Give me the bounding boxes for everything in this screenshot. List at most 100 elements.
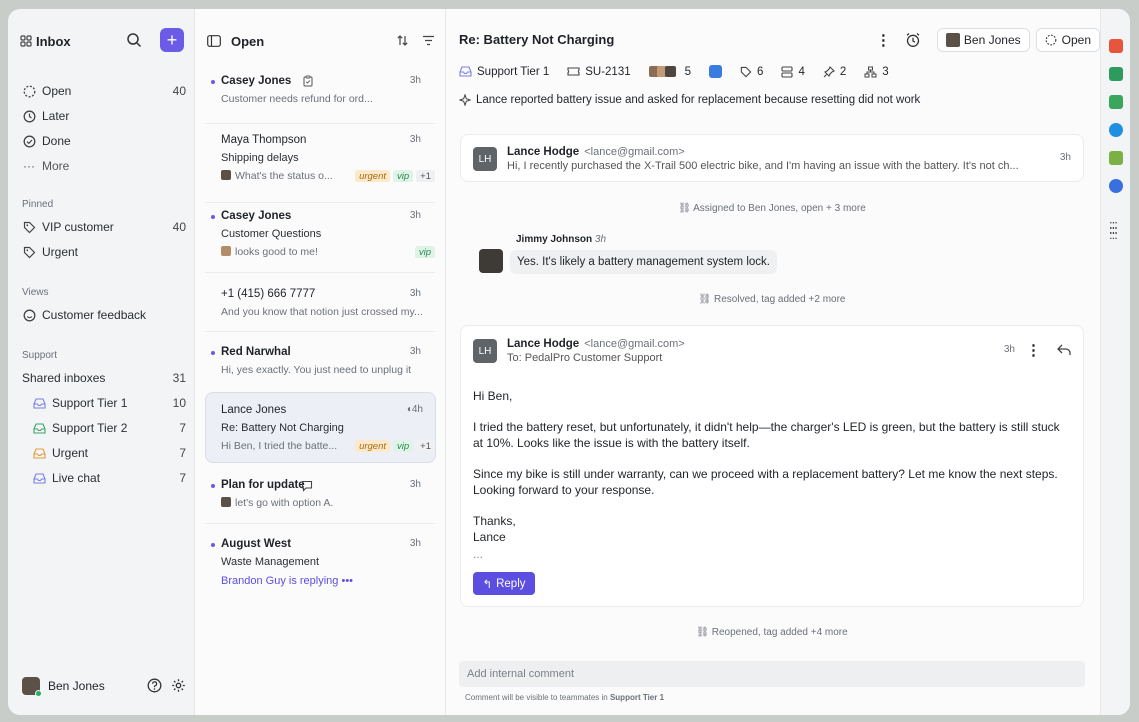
meta-participants[interactable]: 5 bbox=[648, 66, 691, 78]
sidebar-header: Inbox + bbox=[20, 28, 184, 52]
nav-open[interactable]: Open 40 bbox=[22, 81, 186, 101]
link-app-icon[interactable] bbox=[1109, 179, 1123, 193]
tag-icon bbox=[22, 220, 36, 234]
list-title: Open bbox=[231, 33, 265, 49]
inbox-live-chat[interactable]: Live chat 7 bbox=[32, 468, 186, 488]
list-item-selected[interactable]: Lance Jones ◖4h Re: Battery Not Charging… bbox=[205, 404, 435, 456]
map-app-icon[interactable] bbox=[1109, 95, 1123, 109]
status-button[interactable]: Open bbox=[1035, 28, 1100, 52]
inbox-support-tier-1[interactable]: Support Tier 1 10 bbox=[32, 393, 186, 413]
list-item-preview: let's go with option A. bbox=[235, 497, 334, 509]
avatar[interactable] bbox=[22, 677, 42, 697]
list-item[interactable]: Casey Jones 3h Customer Questions looks … bbox=[205, 210, 435, 262]
pinned-vip-customer[interactable]: VIP customer 40 bbox=[22, 217, 186, 237]
inbox-support-tier-1-label: Support Tier 1 bbox=[52, 396, 128, 410]
meta-tags[interactable]: 6 bbox=[740, 66, 763, 78]
more-vertical-icon[interactable]: ⋮ bbox=[876, 31, 891, 49]
message-time: 3h bbox=[1003, 344, 1015, 355]
message-paragraph: I tried the battery reset, but unfortuna… bbox=[473, 420, 1060, 450]
nav-later[interactable]: Later bbox=[22, 106, 186, 126]
quoted-text-toggle[interactable]: ... bbox=[473, 546, 1069, 562]
filter-icon[interactable] bbox=[422, 35, 435, 46]
gear-icon[interactable] bbox=[171, 678, 186, 693]
ai-summary: Lance reported battery issue and asked f… bbox=[459, 94, 920, 106]
nav-more[interactable]: ··· More bbox=[22, 156, 186, 176]
activity-event-text: Resolved, tag added +2 more bbox=[714, 294, 846, 305]
internal-comment-input[interactable]: Add internal comment bbox=[459, 661, 1085, 687]
sparkle-icon bbox=[459, 94, 471, 106]
search-icon[interactable] bbox=[126, 32, 142, 48]
alarm-clock-icon[interactable] bbox=[905, 32, 921, 48]
tag-more-count: +1 bbox=[416, 440, 435, 452]
reply-arrow-icon[interactable] bbox=[1057, 344, 1071, 356]
unread-dot bbox=[211, 215, 215, 219]
activity-event: ⛓ Assigned to Ben Jones, open + 3 more bbox=[460, 203, 1084, 214]
shared-inboxes-label: Shared inboxes bbox=[22, 371, 106, 385]
apps-grid-icon[interactable]: ::::::::: bbox=[1109, 218, 1118, 241]
meta-inbox[interactable]: Support Tier 1 bbox=[459, 66, 549, 78]
list-item-preview-row: let's go with option A. bbox=[221, 497, 333, 509]
integrations-rail: ::::::::: bbox=[1100, 9, 1130, 715]
inbox-support-tier-2[interactable]: Support Tier 2 7 bbox=[32, 418, 186, 438]
meta-pins-count: 2 bbox=[839, 65, 847, 78]
calendar-app-icon[interactable] bbox=[1109, 39, 1123, 53]
meta-integration[interactable] bbox=[709, 65, 723, 78]
list-item-time: 3h bbox=[409, 538, 421, 549]
ai-summary-text: Lance reported battery issue and asked f… bbox=[476, 94, 921, 106]
inbox-urgent[interactable]: Urgent 7 bbox=[32, 443, 186, 463]
list-item[interactable]: Maya Thompson 3h Shipping delays What's … bbox=[205, 134, 435, 186]
message-collapsed[interactable]: LH Lance Hodge <lance@gmail.com> Hi, I re… bbox=[460, 134, 1084, 182]
shop-app-icon[interactable] bbox=[1109, 151, 1123, 165]
inbox-live-chat-count: 7 bbox=[179, 471, 186, 485]
pinned-urgent[interactable]: Urgent bbox=[22, 242, 186, 262]
list-item[interactable]: Casey Jones 3h Customer needs refund for… bbox=[205, 75, 435, 115]
meta-pins[interactable]: 2 bbox=[823, 66, 846, 78]
divider bbox=[205, 272, 435, 273]
chat-bubble: Yes. It's likely a battery management sy… bbox=[510, 250, 777, 274]
list-item[interactable]: +1 (415) 666 7777 3h And you know that n… bbox=[205, 288, 435, 328]
unread-dot bbox=[211, 80, 215, 84]
message-sender: Lance Hodge <lance@gmail.com> bbox=[507, 336, 685, 350]
tag-icon bbox=[22, 245, 36, 259]
meta-tags-count: 6 bbox=[757, 65, 764, 78]
more-vertical-icon[interactable]: ⋮ bbox=[1026, 341, 1041, 359]
nav-done-label: Done bbox=[42, 134, 71, 148]
sort-icon[interactable] bbox=[396, 34, 409, 47]
sidebar: Inbox + Open 40 Later Done ··· More Pinn… bbox=[8, 9, 194, 715]
view-customer-feedback[interactable]: Customer feedback bbox=[22, 305, 186, 325]
help-icon[interactable] bbox=[147, 678, 162, 693]
meta-stack[interactable]: 4 bbox=[781, 66, 805, 78]
reply-button[interactable]: ↰ Reply bbox=[473, 572, 535, 595]
list-item[interactable]: Red Narwhal 3h Hi, yes exactly. You just… bbox=[205, 346, 435, 386]
inbox-tray-icon bbox=[32, 471, 46, 485]
cloud-app-icon[interactable] bbox=[1109, 123, 1123, 137]
tag-urgent: urgent bbox=[355, 170, 390, 182]
participants-avatars-icon bbox=[648, 66, 680, 77]
contacts-app-icon[interactable] bbox=[1109, 67, 1123, 81]
conversation-actions: ⋮ Ben Jones Open bbox=[876, 28, 1100, 52]
nav-done[interactable]: Done bbox=[22, 131, 186, 151]
list-item-time-row: ◖4h bbox=[406, 404, 423, 415]
compose-button[interactable]: + bbox=[160, 28, 184, 52]
sidebar-toggle-icon[interactable] bbox=[207, 35, 221, 47]
list-item-preview-row: Hi Ben, I tried the batte... urgent vip +1 bbox=[221, 440, 435, 452]
ellipsis-icon: ··· bbox=[23, 159, 35, 173]
list-item-name: Lance Jones bbox=[221, 404, 287, 416]
user-name[interactable]: Ben Jones bbox=[48, 679, 105, 693]
activity-event: ⛓ Resolved, tag added +2 more bbox=[460, 294, 1084, 305]
assignee-button[interactable]: Ben Jones bbox=[936, 28, 1030, 52]
list-item[interactable]: Plan for update 3h let's go with option … bbox=[205, 479, 435, 519]
list-item-preview: Brandon Guy is replying bbox=[221, 575, 339, 587]
list-item[interactable]: August West 3h Waste Management Brandon … bbox=[205, 538, 435, 590]
comment-hint-text: Comment will be visible to teammates in bbox=[465, 693, 608, 702]
meta-ticket[interactable]: SU-2131 bbox=[567, 66, 631, 78]
list-item-time: 4h bbox=[411, 404, 423, 415]
shared-inboxes[interactable]: Shared inboxes 31 bbox=[22, 368, 186, 388]
list-item-preview: And you know that notion just crossed my… bbox=[221, 306, 423, 318]
inbox-tray-icon bbox=[459, 66, 472, 77]
meta-links[interactable]: 3 bbox=[864, 66, 889, 78]
online-status-dot bbox=[35, 690, 42, 697]
list-item-preview: looks good to me! bbox=[235, 246, 318, 258]
grid-icon[interactable] bbox=[20, 35, 32, 47]
tag-icon bbox=[740, 66, 752, 78]
